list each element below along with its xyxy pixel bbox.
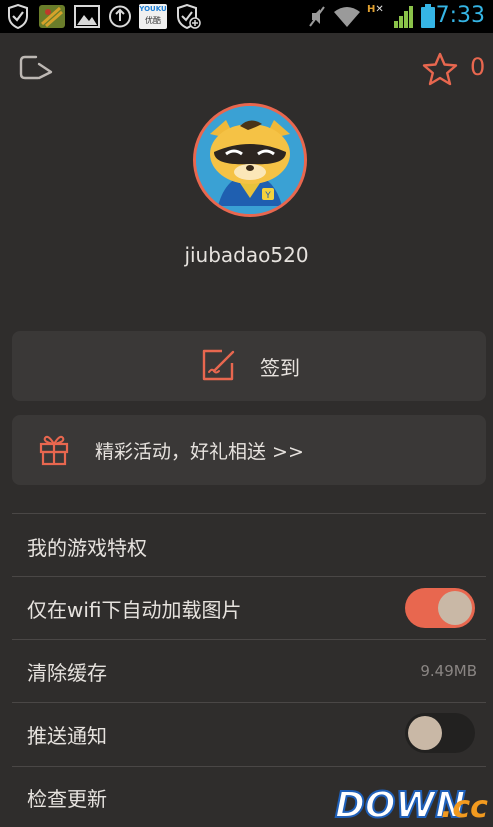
raccoon-avatar-image: Y: [196, 106, 304, 214]
promo-banner[interactable]: 精彩活动，好礼相送 >>: [12, 415, 486, 485]
divider: [12, 639, 486, 640]
status-bar: YOUKU 优酷 H✕ 7:33: [0, 0, 493, 33]
youku-app-icon: YOUKU 优酷: [139, 4, 167, 29]
game-privileges-item[interactable]: 我的游戏特权: [27, 532, 147, 561]
sign-in-edit-icon: [202, 349, 235, 381]
favorites-count[interactable]: 0: [470, 53, 485, 81]
clear-cache-item[interactable]: 清除缓存: [27, 657, 107, 686]
toggle-knob: [438, 591, 472, 625]
divider: [12, 576, 486, 577]
shield-plus-icon: [177, 4, 201, 29]
wifi-icon: [334, 7, 360, 27]
mute-icon: [309, 6, 325, 27]
divider: [12, 513, 486, 514]
down-cc-watermark: DOWN .cc: [334, 784, 488, 825]
youku-app-label: 优酷: [145, 16, 161, 25]
avatar[interactable]: Y: [193, 103, 307, 217]
sync-icon: [109, 5, 131, 28]
svg-text:Y: Y: [264, 191, 271, 201]
hx-icon: H✕: [367, 4, 384, 15]
watermark-suffix: .cc: [441, 790, 488, 825]
gift-icon: [39, 435, 69, 466]
image-icon: [74, 5, 100, 28]
switch-account-icon[interactable]: [18, 50, 58, 86]
wifi-images-label: 仅在wifi下自动加载图片: [27, 598, 242, 622]
signal-icon: [394, 6, 413, 28]
game-app-icon: [39, 5, 65, 28]
wifi-images-toggle[interactable]: [405, 588, 475, 628]
checkin-label: 签到: [260, 356, 300, 380]
check-update-item[interactable]: 检查更新: [27, 783, 107, 812]
username: jiubadao520: [184, 243, 309, 267]
checkin-button[interactable]: 签到: [12, 331, 486, 401]
divider: [12, 766, 486, 767]
clock: 7:33: [435, 3, 485, 28]
toggle-knob: [408, 716, 442, 750]
push-notifications-label: 推送通知: [27, 724, 107, 748]
youku-logo-text: YOUKU: [139, 5, 167, 13]
promo-label: 精彩活动，好礼相送 >>: [95, 441, 304, 463]
shield-check-icon: [8, 4, 28, 29]
star-icon[interactable]: [422, 52, 458, 86]
divider: [12, 702, 486, 703]
cache-size: 9.49MB: [420, 662, 477, 680]
push-notifications-toggle[interactable]: [405, 713, 475, 753]
battery-icon: [421, 4, 435, 28]
